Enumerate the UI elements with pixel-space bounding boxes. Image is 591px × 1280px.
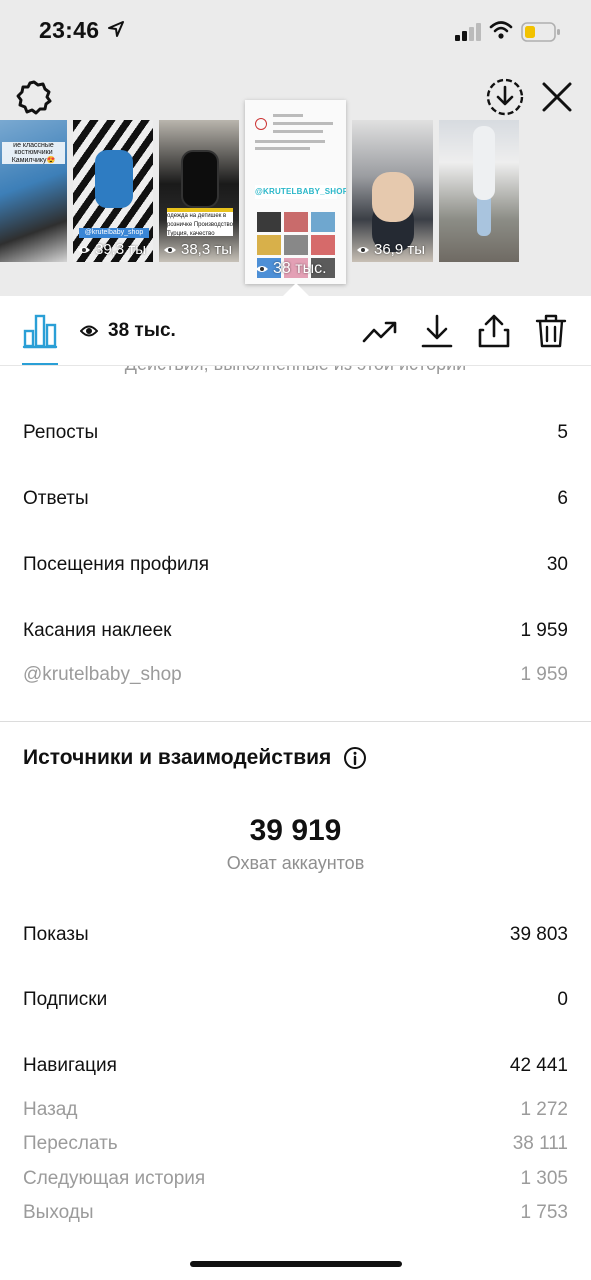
stat-label: Следующая история — [23, 1168, 206, 1189]
stat-row-next-story: Следующая история 1 305 — [23, 1168, 568, 1190]
stat-row-navigation: Навигация 42 441 — [23, 1055, 568, 1077]
discovery-section-title: Источники и взаимодействия — [23, 746, 367, 770]
stat-row-follows: Подписки 0 — [23, 989, 568, 1011]
story-view-count: 36,9 ты — [356, 241, 425, 258]
stat-label: Касания наклеек — [23, 620, 172, 641]
stat-value: 1 959 — [520, 664, 568, 685]
story-image — [473, 126, 495, 200]
insights-content[interactable]: Действия, выполненные из этой истории Ре… — [0, 366, 591, 1280]
status-time: 23:46 — [39, 17, 100, 43]
section-divider — [0, 721, 591, 722]
signal-icon — [455, 23, 481, 41]
story-brand-banner: @KRUTELBABY_SHOP — [255, 185, 346, 199]
trending-up-icon[interactable] — [362, 313, 398, 349]
stat-value: 30 — [546, 554, 568, 575]
stat-label: Репосты — [23, 422, 99, 443]
stat-row-reposts: Репосты 5 — [23, 422, 568, 444]
story-thumbnail[interactable]: одежда на детишек в розничке Производств… — [159, 120, 239, 262]
share-icon[interactable] — [476, 313, 512, 349]
active-tab-indicator — [22, 363, 58, 365]
stat-value: 1 753 — [520, 1202, 568, 1223]
story-mention-sticker: @krutelbaby_shop — [79, 228, 149, 238]
eye-icon — [80, 325, 98, 337]
download-icon[interactable] — [419, 313, 455, 349]
stat-value: 5 — [557, 422, 568, 443]
info-icon[interactable] — [343, 746, 367, 770]
location-arrow-icon — [108, 21, 124, 37]
stat-value: 42 441 — [509, 1055, 568, 1076]
stat-row-sticker-taps: Касания наклеек 1 959 — [23, 620, 568, 642]
story-carousel: ие классные костюмчики Камилчику😍 @krute… — [0, 96, 591, 296]
stat-value: 1 959 — [520, 620, 568, 641]
stat-label: @krutelbaby_shop — [23, 664, 182, 685]
story-view-count: 38,3 ты — [163, 241, 232, 258]
story-image — [372, 172, 414, 222]
story-text-sticker: одежда на детишек в розничке Производств… — [167, 208, 233, 236]
story-thumbnail[interactable]: ие классные костюмчики Камилчику😍 — [0, 120, 67, 262]
story-thumbnail[interactable]: 36,9 ты — [352, 120, 433, 262]
stat-row-exits: Выходы 1 753 — [23, 1202, 568, 1224]
trash-icon[interactable] — [533, 313, 569, 349]
stat-row-replies: Ответы 6 — [23, 488, 568, 510]
story-thumbnail-selected[interactable]: @KRUTELBABY_SHOP 38 тыс. — [245, 100, 346, 284]
stat-label: Ответы — [23, 488, 89, 509]
story-caption: ие классные костюмчики Камилчику😍 — [2, 142, 65, 164]
battery-icon — [521, 22, 560, 42]
story-thumbnail[interactable] — [439, 120, 519, 262]
stat-row-back: Назад 1 272 — [23, 1099, 568, 1121]
stat-label: Показы — [23, 924, 89, 945]
stat-value: 38 111 — [512, 1133, 568, 1154]
reach-value: 39 919 — [249, 814, 342, 847]
stat-label: Назад — [23, 1099, 78, 1120]
home-indicator[interactable] — [190, 1261, 402, 1267]
reach-label: Охват аккаунтов — [226, 853, 365, 873]
stat-value: 1 272 — [520, 1099, 568, 1120]
selected-story-pointer — [282, 283, 310, 297]
wifi-icon — [489, 21, 513, 39]
bar-chart-icon[interactable] — [22, 313, 58, 349]
eye-icon — [164, 246, 176, 253]
story-view-count: 39,3 ты — [77, 241, 146, 258]
story-image — [95, 150, 133, 208]
eye-icon — [78, 246, 90, 253]
interactions-heading: Действия, выполненные из этой истории — [0, 366, 591, 375]
stat-value: 39 803 — [509, 924, 568, 945]
stat-label: Посещения профиля — [23, 554, 209, 575]
story-thumbnail[interactable]: @krutelbaby_shop 39,3 ты — [73, 120, 153, 262]
toolbar-view-count: 38 тыс. — [80, 320, 176, 342]
stat-row-forward: Переслать 38 111 — [23, 1133, 568, 1155]
stat-label: Навигация — [23, 1055, 117, 1076]
stat-row-impressions: Показы 39 803 — [23, 924, 568, 946]
story-image — [181, 150, 219, 208]
stat-value: 0 — [557, 989, 568, 1010]
stat-value: 1 305 — [520, 1168, 568, 1189]
story-profile-preview — [255, 112, 337, 152]
stat-label: Выходы — [23, 1202, 94, 1223]
status-bar: 23:46 — [0, 0, 591, 64]
story-header-area: 23:46 ие классные костюмчики Камилчику😍 … — [0, 0, 591, 297]
story-view-count: 38 тыс. — [255, 260, 327, 278]
stat-row-mention-sticker[interactable]: @krutelbaby_shop 1 959 — [23, 664, 568, 686]
stat-row-profile-visits: Посещения профиля 30 — [23, 554, 568, 576]
stat-value: 6 — [557, 488, 568, 509]
avatar — [255, 118, 267, 130]
story-toolbar: 38 тыс. — [0, 296, 591, 366]
stat-label: Подписки — [23, 989, 108, 1010]
stat-label: Переслать — [23, 1133, 118, 1154]
eye-icon — [256, 266, 268, 272]
eye-icon — [357, 246, 369, 253]
